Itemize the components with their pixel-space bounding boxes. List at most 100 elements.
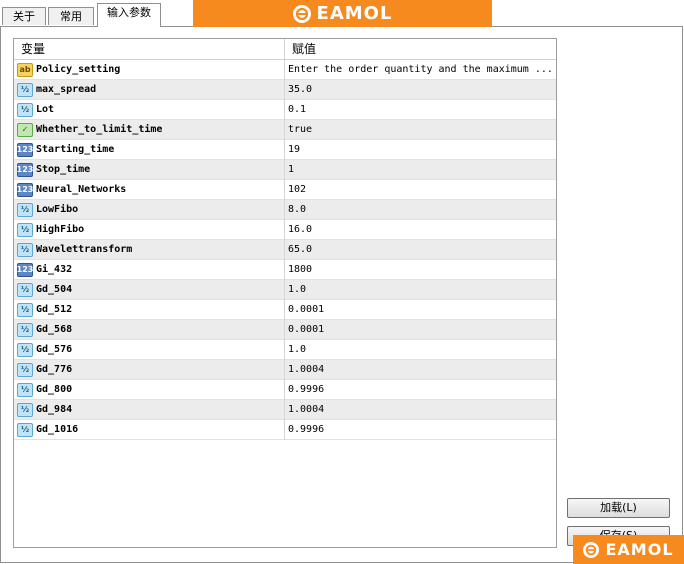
parameter-name-cell: ½ Gd_576 xyxy=(14,339,285,360)
parameter-value-cell[interactable]: 0.0001 xyxy=(285,324,556,335)
parameter-name-cell: ab Policy_setting xyxy=(14,59,285,80)
parameter-name: Whether_to_limit_time xyxy=(36,124,163,135)
table-row[interactable]: ½ Gd_504 1.0 xyxy=(14,279,556,300)
parameter-name-cell: ½ max_spread xyxy=(14,79,285,100)
table-row[interactable]: 123 Neural_Networks 102 xyxy=(14,179,556,200)
parameter-value-cell[interactable]: 0.9996 xyxy=(285,384,556,395)
brand-badge: EAMOL xyxy=(573,535,684,564)
integer-type-icon: 123 xyxy=(17,142,33,157)
table-row[interactable]: ½ HighFibo 16.0 xyxy=(14,219,556,240)
parameter-name-cell: ½ Gd_776 xyxy=(14,359,285,380)
boolean-type-icon: ✓ xyxy=(17,122,33,137)
parameter-value-cell[interactable]: 1.0 xyxy=(285,344,556,355)
integer-type-icon: 123 xyxy=(17,162,33,177)
parameter-name: Wavelettransform xyxy=(36,244,133,255)
parameter-value-cell[interactable]: 1 xyxy=(285,164,556,175)
parameter-value-cell[interactable]: 1.0004 xyxy=(285,364,556,375)
parameter-value-cell[interactable]: 16.0 xyxy=(285,224,556,235)
parameter-name-cell: 123 Starting_time xyxy=(14,139,285,160)
table-row[interactable]: ab Policy_setting Enter the order quantity… xyxy=(14,59,556,80)
brand-name: EAMOL xyxy=(605,540,674,559)
parameter-value-cell[interactable]: 0.0001 xyxy=(285,304,556,315)
parameter-name: HighFibo xyxy=(36,224,85,235)
table-row[interactable]: ½ Gd_512 0.0001 xyxy=(14,299,556,320)
parameter-value-cell[interactable]: 102 xyxy=(285,184,556,195)
parameter-name-cell: 123 Gi_432 xyxy=(14,259,285,280)
parameter-name-cell: 123 Stop_time xyxy=(14,159,285,180)
parameter-name-cell: ½ LowFibo xyxy=(14,199,285,220)
table-row[interactable]: ½ max_spread 35.0 xyxy=(14,79,556,100)
integer-type-icon: 123 xyxy=(17,182,33,197)
table-row[interactable]: 123 Stop_time 1 xyxy=(14,159,556,180)
table-row[interactable]: ½ Gd_984 1.0004 xyxy=(14,399,556,420)
double-type-icon: ½ xyxy=(17,302,33,317)
parameter-name: Gd_1016 xyxy=(36,424,79,435)
parameter-value-cell[interactable]: 35.0 xyxy=(285,84,556,95)
eamol-logo-icon xyxy=(583,541,600,558)
parameter-name-cell: ½ Gd_512 xyxy=(14,299,285,320)
tab-about[interactable]: 关于 xyxy=(2,7,46,25)
tab-common[interactable]: 常用 xyxy=(48,7,94,25)
parameter-name: Gd_576 xyxy=(36,344,73,355)
double-type-icon: ½ xyxy=(17,342,33,357)
brand-logo: EAMOL xyxy=(292,3,393,24)
double-type-icon: ½ xyxy=(17,402,33,417)
parameter-value-cell[interactable]: 1.0004 xyxy=(285,404,556,415)
table-row[interactable]: ½ Gd_800 0.9996 xyxy=(14,379,556,400)
parameter-name: LowFibo xyxy=(36,204,79,215)
integer-type-icon: 123 xyxy=(17,262,33,277)
parameter-value-cell[interactable]: 65.0 xyxy=(285,244,556,255)
parameter-value-cell[interactable]: 19 xyxy=(285,144,556,155)
parameter-name-cell: ½ Lot xyxy=(14,99,285,120)
parameter-name: Gi_432 xyxy=(36,264,73,275)
double-type-icon: ½ xyxy=(17,242,33,257)
table-row[interactable]: 123 Gi_432 1800 xyxy=(14,259,556,280)
parameter-name: Gd_568 xyxy=(36,324,73,335)
double-type-icon: ½ xyxy=(17,282,33,297)
parameter-value-cell[interactable]: 0.1 xyxy=(285,104,556,115)
table-row[interactable]: ½ Gd_568 0.0001 xyxy=(14,319,556,340)
table-row[interactable]: ½ LowFibo 8.0 xyxy=(14,199,556,220)
parameter-name-cell: ½ Gd_504 xyxy=(14,279,285,300)
table-row[interactable]: ½ Wavelettransform 65.0 xyxy=(14,239,556,260)
double-type-icon: ½ xyxy=(17,202,33,217)
double-type-icon: ½ xyxy=(17,382,33,397)
double-type-icon: ½ xyxy=(17,322,33,337)
parameter-name-cell: ½ Wavelettransform xyxy=(14,239,285,260)
table-row[interactable]: ½ Gd_776 1.0004 xyxy=(14,359,556,380)
tab-input-parameters[interactable]: 输入参数 xyxy=(97,3,161,27)
parameter-name-cell: ½ Gd_1016 xyxy=(14,419,285,440)
parameter-value-cell[interactable]: 0.9996 xyxy=(285,424,556,435)
load-button[interactable]: 加载(L) xyxy=(567,498,670,518)
parameter-name: Lot xyxy=(36,104,55,115)
column-header-value[interactable]: 赋值 xyxy=(285,39,556,59)
table-body: ab Policy_setting Enter the order quantity… xyxy=(14,59,556,440)
parameter-name: max_spread xyxy=(36,84,97,95)
table-row[interactable]: ½ Gd_1016 0.9996 xyxy=(14,419,556,440)
parameter-name-cell: ½ Gd_800 xyxy=(14,379,285,400)
parameter-name-cell: ✓ Whether_to_limit_time xyxy=(14,119,285,140)
brand-name: EAMOL xyxy=(316,3,393,24)
brand-banner: EAMOL xyxy=(193,0,492,27)
parameter-value-cell[interactable]: 1.0 xyxy=(285,284,556,295)
parameter-name: Gd_776 xyxy=(36,364,73,375)
parameter-name-cell: 123 Neural_Networks xyxy=(14,179,285,200)
column-header-variable[interactable]: 变量 xyxy=(14,39,285,59)
parameter-value-cell[interactable]: true xyxy=(285,124,556,135)
table-row[interactable]: ✓ Whether_to_limit_time true xyxy=(14,119,556,140)
parameter-name-cell: ½ HighFibo xyxy=(14,219,285,240)
table-row[interactable]: ½ Gd_576 1.0 xyxy=(14,339,556,360)
parameter-name: Starting_time xyxy=(36,144,115,155)
parameter-name-cell: ½ Gd_568 xyxy=(14,319,285,340)
table-row[interactable]: ½ Lot 0.1 xyxy=(14,99,556,120)
parameter-value-cell[interactable]: 8.0 xyxy=(285,204,556,215)
parameters-table: 变量 赋值 ab Policy_setting Enter the order qu… xyxy=(13,38,557,548)
double-type-icon: ½ xyxy=(17,82,33,97)
parameter-name: Gd_504 xyxy=(36,284,73,295)
parameter-value-cell[interactable]: Enter the order quantity and the maximum… xyxy=(285,64,556,75)
double-type-icon: ½ xyxy=(17,222,33,237)
table-row[interactable]: 123 Starting_time 19 xyxy=(14,139,556,160)
parameter-name: Gd_512 xyxy=(36,304,73,315)
double-type-icon: ½ xyxy=(17,362,33,377)
parameter-value-cell[interactable]: 1800 xyxy=(285,264,556,275)
